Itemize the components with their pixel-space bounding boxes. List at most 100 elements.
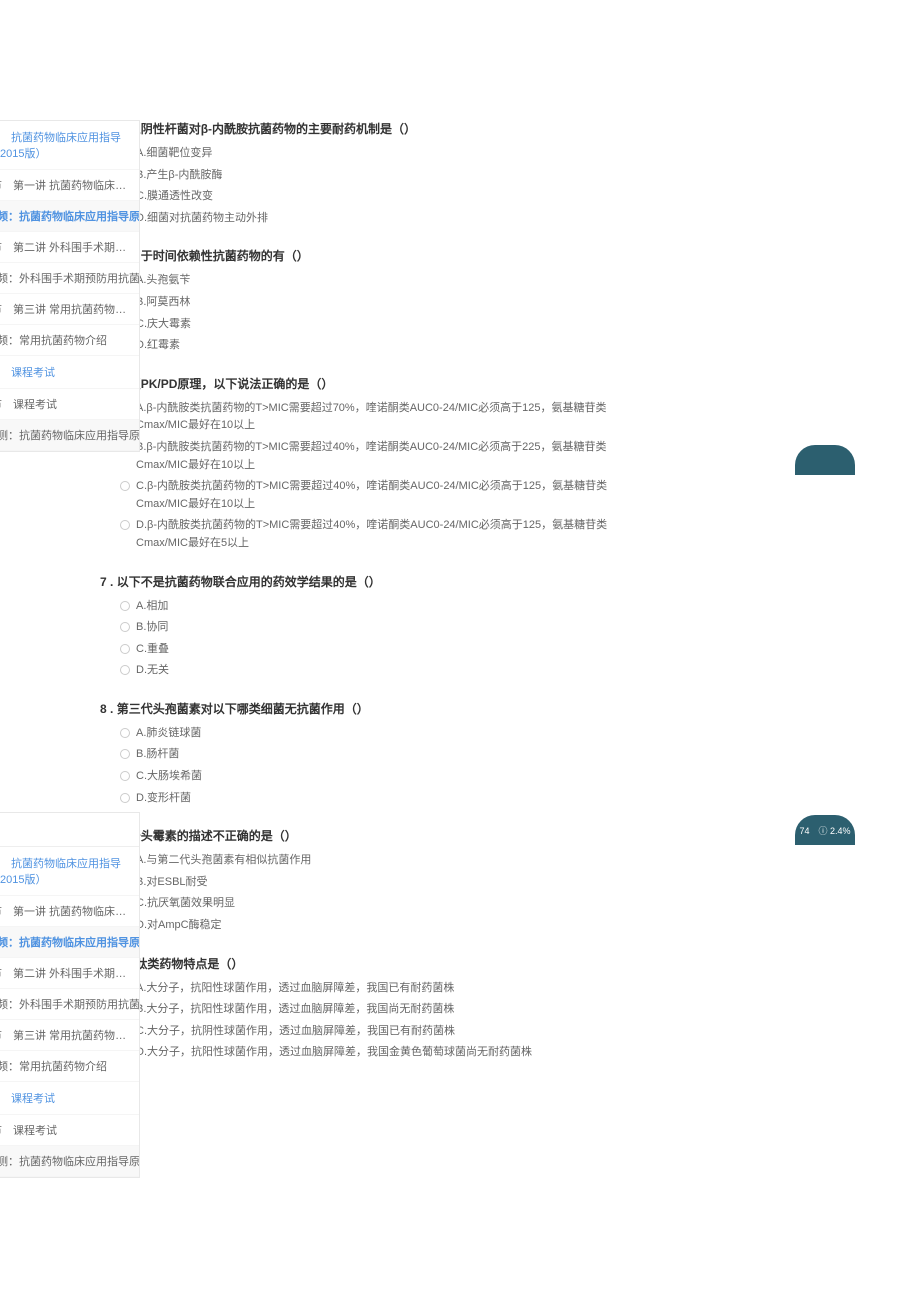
option[interactable]: D.大分子，抗阳性球菌作用，透过血脑屏障差，我国金黄色葡萄球菌尚无耐药菌株 [100,1042,640,1064]
option[interactable]: D.变形杆菌 [100,788,640,810]
option-text: B.协同 [136,619,640,637]
option[interactable]: C.大分子，抗阴性球菌作用，透过血脑屏障差，我国已有耐药菌株 [100,1021,640,1043]
video-label: 视频：抗菌药物临床应用指导原则整… [0,208,139,224]
chapter-label: 第一章 抗菌药物临床应用指导原则（2015版） [0,855,129,887]
option[interactable]: A.与第二代头孢菌素有相似抗菌作用 [100,850,640,872]
selftest-label: 自测：抗菌药物临床应用指导原则（… [0,427,139,443]
chapter-label: 第二章 课程考试 [0,1090,55,1106]
option-text: D.对AmpC酶稳定 [136,917,640,935]
option[interactable]: D.β-内酰胺类抗菌药物的T>MIC需要超过40%，喹诺酮类AUC0-24/MI… [100,515,640,554]
radio-icon [120,793,130,803]
option-text: D.β-内酰胺类抗菌药物的T>MIC需要超过40%，喹诺酮类AUC0-24/MI… [136,517,640,552]
option[interactable]: C.抗厌氧菌效果明显 [100,893,640,915]
option[interactable]: B.对ESBL耐受 [100,872,640,894]
option-text: B.阿莫西林 [136,294,640,312]
video-label: 视频：外科围手术期预防用抗菌药物 [0,270,139,286]
option[interactable]: A.相加 [100,596,640,618]
option[interactable]: B.β-内酰胺类抗菌药物的T>MIC需要超过40%，喹诺酮类AUC0-24/MI… [100,437,640,476]
video-label: 视频：外科围手术期预防用抗菌药物 [0,996,139,1012]
question-title: 8 . 第三代头孢菌素对以下哪类细菌无抗菌作用（） [100,700,640,717]
option-text: D.无关 [136,662,640,680]
radio-icon [120,601,130,611]
radio-icon [120,665,130,675]
radio-icon [120,520,130,530]
question-7: 7 . 以下不是抗菌药物联合应用的药效学结果的是（）A.相加B.协同C.重叠D.… [100,573,640,682]
option-text: B.大分子，抗阳性球菌作用，透过血脑屏障差，我国尚无耐药菌株 [136,1001,640,1019]
chapter-1[interactable]: 第一章 抗菌药物临床应用指导原则（2015版） [0,121,139,170]
section-4[interactable]: 第一节 课程考试 [0,389,139,420]
section-2b[interactable]: 第二节 第二讲 外科围手术期预防用抗菌药物 [0,958,139,989]
option[interactable]: B.协同 [100,617,640,639]
option[interactable]: A.大分子，抗阳性球菌作用，透过血脑屏障差，我国已有耐药菌株 [100,978,640,1000]
option[interactable]: C.庆大霉素 [100,314,640,336]
section-1[interactable]: 第一节 第一讲 抗菌药物临床应用指导原则… [0,170,139,201]
option-text: A.肺炎链球菌 [136,725,640,743]
radio-icon [120,481,130,491]
radio-icon [120,622,130,632]
option[interactable]: C.β-内酰胺类抗菌药物的T>MIC需要超过40%，喹诺酮类AUC0-24/MI… [100,476,640,515]
selftest[interactable]: 自测：抗菌药物临床应用指导原则（… [0,420,139,451]
selftest-label: 自测：抗菌药物临床应用指导原则（… [0,1153,139,1169]
toc-header: 目录 [0,813,139,847]
question-title: 4 . 革兰阴性杆菌对β-内酰胺抗菌药物的主要耐药机制是（） [100,120,640,137]
section-1b[interactable]: 第一节 第一讲 抗菌药物临床应用指导原则… [0,896,139,927]
selftest-b[interactable]: 自测：抗菌药物临床应用指导原则（… [0,1146,139,1177]
question-9: 9 . 关于头霉素的描述不正确的是（）A.与第二代头孢菌素有相似抗菌作用B.对E… [100,827,640,936]
option[interactable]: D.无关 [100,660,640,682]
video-3b[interactable]: 视频：常用抗菌药物介绍 [0,1051,139,1082]
question-5: 5 . 不属于时间依赖性抗菌药物的有（） A.头孢氨苄 B.阿莫西林 C.庆大霉素D.… [100,247,640,356]
chapter-label: 第一章 抗菌药物临床应用指导原则（2015版） [0,129,129,161]
section-4b[interactable]: 第一节 课程考试 [0,1115,139,1146]
video-2[interactable]: 视频：外科围手术期预防用抗菌药物 [0,263,139,294]
option[interactable]: D.红霉素 [100,335,640,357]
option[interactable]: B.肠杆菌 [100,744,640,766]
video-2b[interactable]: 视频：外科围手术期预防用抗菌药物 [0,989,139,1020]
option[interactable]: B.阿莫西林 [100,292,640,314]
chapter-2b[interactable]: 第二章 课程考试 [0,1082,139,1115]
floating-badge-top[interactable] [795,445,855,475]
floating-badge-bottom[interactable]: 74 ⓘ 2.4% [795,815,855,845]
option-text: B.β-内酰胺类抗菌药物的T>MIC需要超过40%，喹诺酮类AUC0-24/MI… [136,439,640,474]
option[interactable]: C.重叠 [100,639,640,661]
option-text: B.对ESBL耐受 [136,874,640,892]
option[interactable]: D.对AmpC酶稳定 [100,915,640,937]
option-text: D.大分子，抗阳性球菌作用，透过血脑屏障差，我国金黄色葡萄球菌尚无耐药菌株 [136,1044,640,1062]
option-text: D.变形杆菌 [136,790,640,808]
option[interactable]: C.大肠埃希菌 [100,766,640,788]
option[interactable]: D.细菌对抗菌药物主动外排 [100,208,640,230]
section-3b[interactable]: 第三节 第三讲 常用抗菌药物介绍 [0,1020,139,1051]
question-6: 6 . 按照PK/PD原理，以下说法正确的是（） A.β-内酰胺类抗菌药物的T>M… [100,375,640,555]
section-3[interactable]: 第三节 第三讲 常用抗菌药物介绍 [0,294,139,325]
option[interactable]: A.肺炎链球菌 [100,723,640,745]
option[interactable]: C.膜通透性改变 [100,186,640,208]
video-1b[interactable]: 视频：抗菌药物临床应用指导原则整… [0,927,139,958]
option-text: A.细菌靶位变异 [136,145,640,163]
question-title: 6 . 按照PK/PD原理，以下说法正确的是（） [100,375,640,392]
option[interactable]: B.产生β-内酰胺酶 [100,165,640,187]
option-text: C.膜通透性改变 [136,188,640,206]
option-text: A.大分子，抗阳性球菌作用，透过血脑屏障差，我国已有耐药菌株 [136,980,640,998]
option-text: C.β-内酰胺类抗菌药物的T>MIC需要超过40%，喹诺酮类AUC0-24/MI… [136,478,640,513]
video-1[interactable]: 视频：抗菌药物临床应用指导原则整… [0,201,139,232]
radio-icon [120,728,130,738]
option-text: A.头孢氨苄 [136,272,640,290]
video-label: 视频：抗菌药物临床应用指导原则整… [0,934,139,950]
option[interactable]: B.大分子，抗阳性球菌作用，透过血脑屏障差，我国尚无耐药菌株 [100,999,640,1021]
chapter-label: 第二章 课程考试 [0,364,55,380]
chapter-1b[interactable]: 第一章 抗菌药物临床应用指导原则（2015版） [0,847,139,896]
option[interactable]: A.头孢氨苄 [100,270,640,292]
option[interactable]: A.β-内酰胺类抗菌药物的T>MIC需要超过70%，喹诺酮类AUC0-24/MI… [100,398,640,437]
question-10: 10 . 糖肽类药物特点是（） A.大分子，抗阳性球菌作用，透过血脑屏障差，我国已… [100,955,640,1064]
question-list: 4 . 革兰阴性杆菌对β-内酰胺抗菌药物的主要耐药机制是（） A.细菌靶位变异 B.… [100,120,640,1082]
chapter-2[interactable]: 第二章 课程考试 [0,356,139,389]
question-4: 4 . 革兰阴性杆菌对β-内酰胺抗菌药物的主要耐药机制是（） A.细菌靶位变异 B.… [100,120,640,229]
question-title: 5 . 不属于时间依赖性抗菌药物的有（） [100,247,640,264]
section-2[interactable]: 第二节 第二讲 外科围手术期预防用抗菌药物 [0,232,139,263]
option-text: B.产生β-内酰胺酶 [136,167,640,185]
sidebar-toc-bottom: 目录 第一章 抗菌药物临床应用指导原则（2015版） 第一节 第一讲 抗菌药物临… [0,812,140,1178]
option[interactable]: A.细菌靶位变异 [100,143,640,165]
video-3[interactable]: 视频：常用抗菌药物介绍 [0,325,139,356]
sidebar-toc-top: 第一章 抗菌药物临床应用指导原则（2015版） 第一节 第一讲 抗菌药物临床应用… [0,120,140,452]
question-title: 10 . 糖肽类药物特点是（） [100,955,640,972]
option-text: C.大肠埃希菌 [136,768,640,786]
